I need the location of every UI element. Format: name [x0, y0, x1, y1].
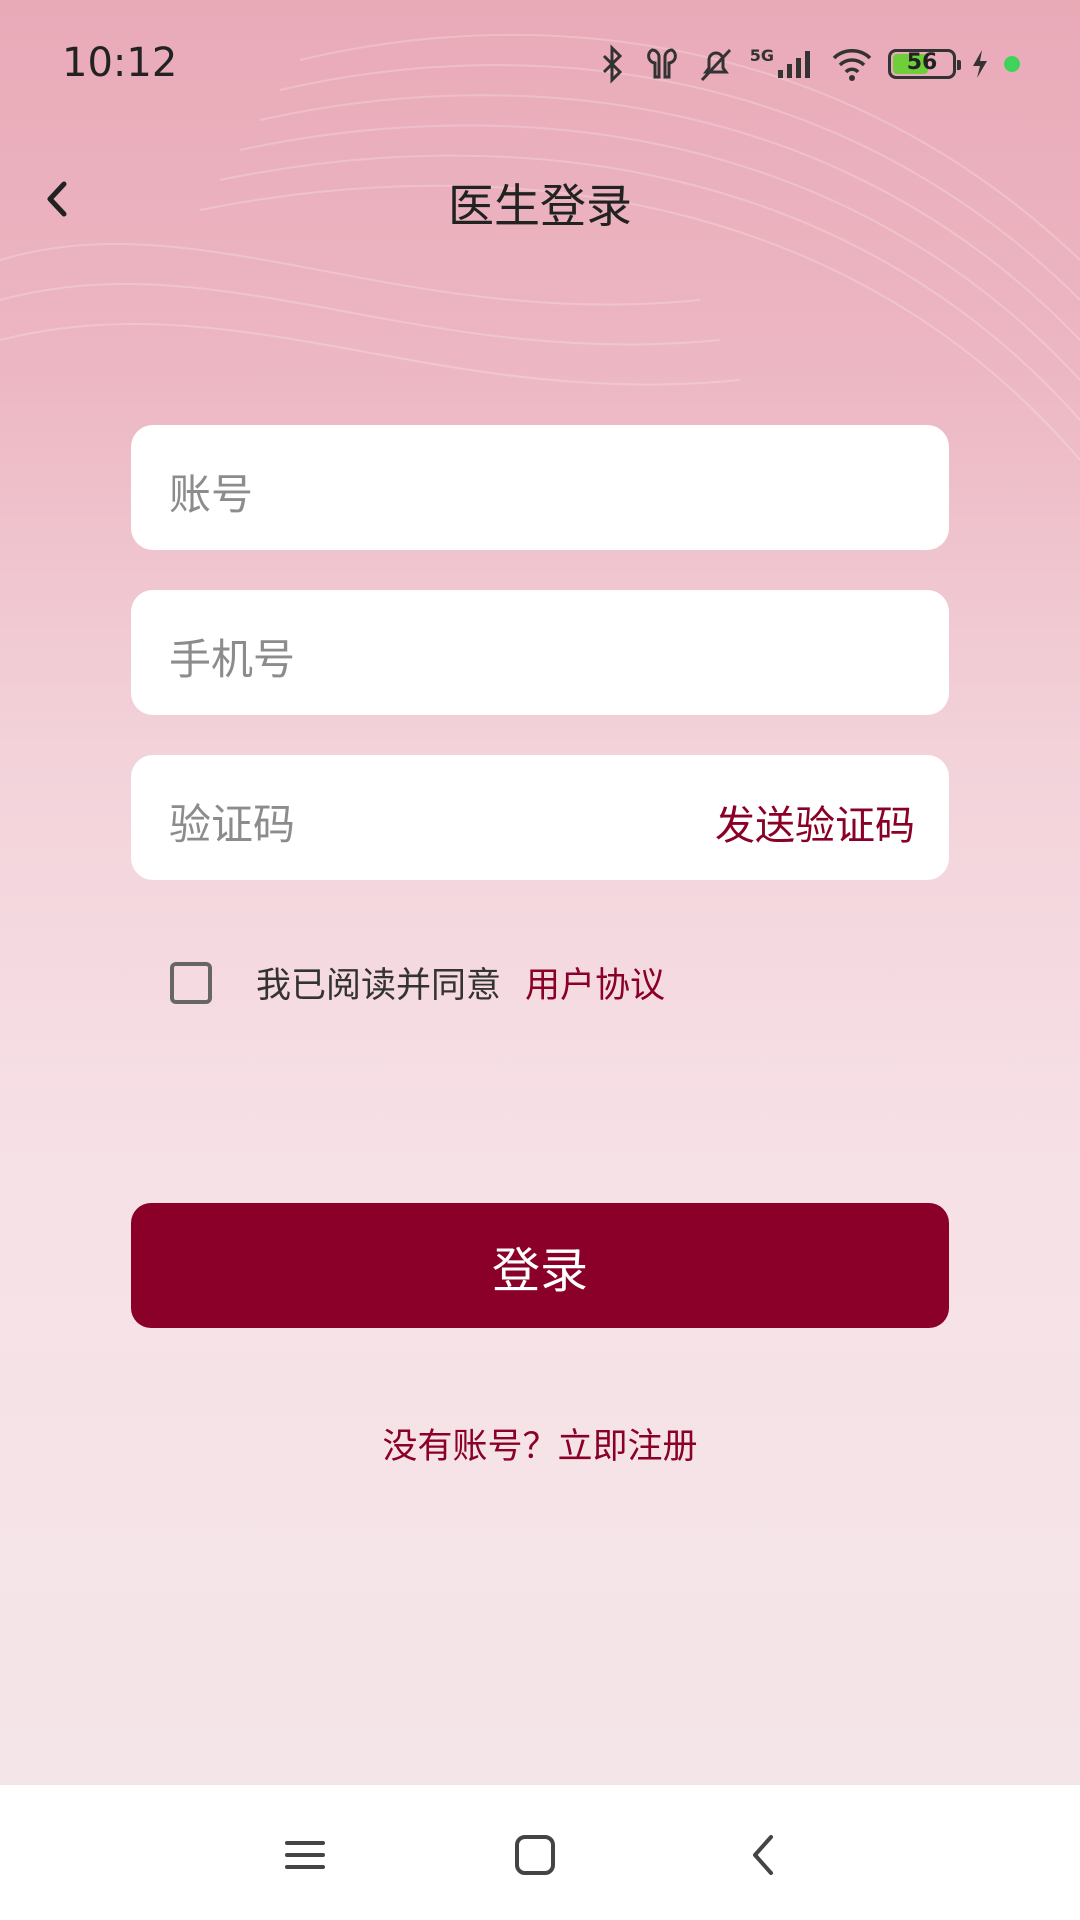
status-icons: 5G 56 — [598, 44, 1020, 84]
home-button[interactable] — [505, 1825, 565, 1885]
signal-icon — [776, 48, 816, 80]
charging-icon — [970, 48, 990, 80]
mute-icon — [696, 44, 736, 84]
account-field[interactable]: 账号 — [131, 425, 949, 550]
bluetooth-icon — [598, 44, 628, 84]
agree-text: 我已阅读并同意 — [256, 966, 502, 1006]
login-button[interactable]: 登录 — [131, 1203, 949, 1328]
agreement-row: 我已阅读并同意 用户协议 — [170, 957, 665, 1008]
home-icon — [515, 1835, 555, 1875]
page-title: 医生登录 — [448, 179, 632, 233]
phone-placeholder: 手机号 — [169, 635, 296, 684]
battery-level: 56 — [906, 50, 938, 75]
network-label: 5G — [749, 45, 774, 65]
earbuds-icon — [642, 44, 682, 84]
wifi-icon — [830, 46, 874, 82]
back-icon — [753, 1835, 773, 1875]
battery-icon: 56 — [888, 49, 961, 79]
code-placeholder: 验证码 — [169, 800, 296, 849]
background — [0, 0, 1080, 1785]
account-placeholder: 账号 — [169, 470, 254, 519]
register-link[interactable]: 没有账号？立即注册 — [0, 1418, 1080, 1469]
user-agreement-link[interactable]: 用户协议 — [525, 957, 665, 1008]
dot-indicator — [1004, 56, 1020, 72]
agree-checkbox[interactable] — [170, 961, 212, 1004]
send-code-button[interactable]: 发送验证码 — [715, 793, 915, 851]
status-time: 10:12 — [62, 40, 178, 86]
menu-icon — [285, 1841, 325, 1869]
system-nav-bar — [0, 1785, 1080, 1920]
menu-button[interactable] — [275, 1825, 335, 1885]
system-back-button[interactable] — [735, 1825, 795, 1885]
verification-code-field[interactable]: 验证码 发送验证码 — [131, 755, 949, 880]
phone-field[interactable]: 手机号 — [131, 590, 949, 715]
status-bar: 10:12 5G 56 — [0, 0, 1080, 130]
top-nav: 医生登录 — [0, 150, 1080, 250]
